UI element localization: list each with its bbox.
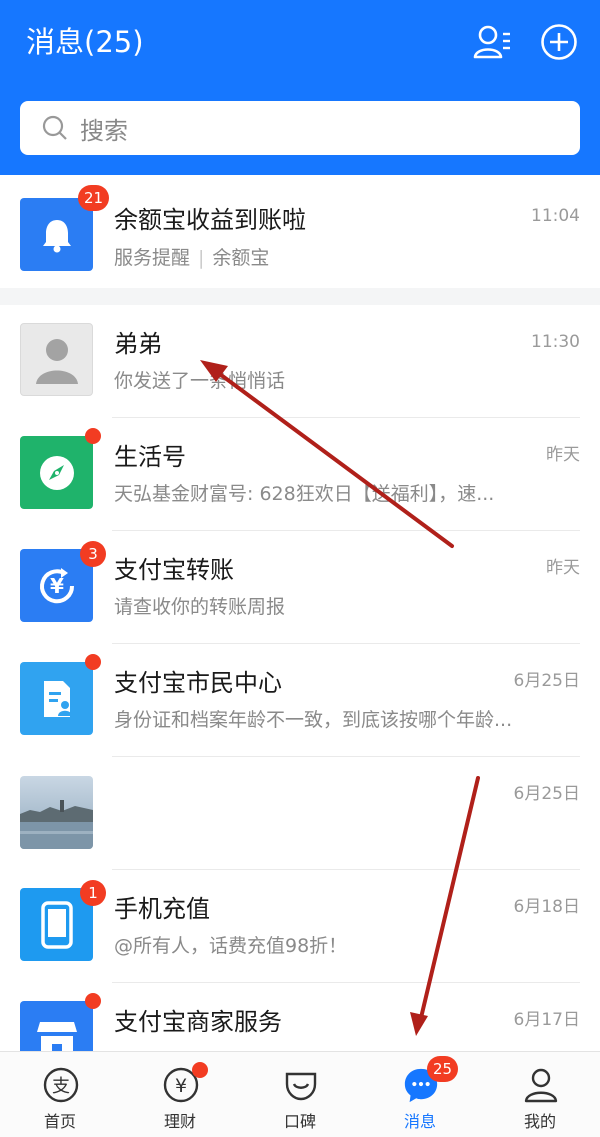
unread-badge: 21 [78, 185, 110, 211]
alipay-home-icon: 支 [42, 1066, 80, 1104]
list-item-title: 生活号 [114, 443, 186, 471]
list-item-shenghuohao[interactable]: 生活号 天弘基金财富号: 628狂欢日【送福利】，速... 昨天 [0, 418, 600, 531]
unread-dot [192, 1062, 208, 1078]
list-item-citizen-center[interactable]: 支付宝市民中心 身份证和档案年龄不一致，到底该按哪个年龄... 6月25日 [0, 644, 600, 757]
unread-badge: 3 [80, 541, 106, 567]
list-item-title: 手机充值 [114, 895, 210, 923]
list-item-subtitle: 请查收你的转账周报 [114, 596, 286, 618]
list-item-photo-contact[interactable]: 6月25日 [0, 757, 600, 870]
tab-label: 首页 [43, 1112, 76, 1131]
search-placeholder: 搜索 [80, 116, 128, 145]
list-item-subtitle: 天弘基金财富号: 628狂欢日【送福利】，速... [114, 483, 495, 505]
contacts-icon [473, 25, 510, 59]
svg-text:¥: ¥ [175, 1075, 187, 1097]
list-item-didi[interactable]: 弟弟 你发送了一条悄悄话 11:30 [0, 305, 600, 418]
list-item-phone-recharge[interactable]: 1 手机充值 @所有人，话费充值98折！ 6月18日 [0, 870, 600, 983]
tab-home[interactable]: 支 首页 [0, 1052, 120, 1137]
unread-dot [85, 654, 101, 670]
list-item-time: 昨天 [546, 558, 580, 578]
tab-wealth[interactable]: ¥ 理财 [120, 1052, 240, 1137]
add-button[interactable] [537, 20, 581, 64]
list-item-subtitle: 服务提醒 | 余额宝 [114, 247, 270, 269]
search-icon [42, 115, 67, 140]
svg-text:支: 支 [52, 1076, 70, 1097]
list-item-time: 11:30 [531, 332, 580, 352]
header-bar: 消息(25) 搜索 [0, 0, 600, 175]
citizen-card-icon [20, 662, 93, 735]
unread-badge: 1 [80, 880, 106, 906]
list-item-subtitle: @所有人，话费充值98折！ [114, 935, 348, 957]
tab-label: 理财 [163, 1112, 196, 1131]
page-title: 消息(25) [26, 25, 144, 59]
bottom-tab-bar: 支 首页 ¥ 理财 口碑 25 消息 我的 [0, 1051, 600, 1137]
landscape-photo-avatar [20, 776, 93, 849]
person-icon [522, 1066, 560, 1104]
list-item-subtitle: 你发送了一条悄悄话 [114, 370, 286, 392]
tab-mine[interactable]: 我的 [480, 1052, 600, 1137]
tab-koubei[interactable]: 口碑 [240, 1052, 360, 1137]
default-avatar-icon [20, 323, 93, 396]
tab-messages[interactable]: 25 消息 [360, 1052, 480, 1137]
svg-text:¥: ¥ [50, 574, 64, 598]
list-item-time: 昨天 [546, 445, 580, 465]
list-item-time: 6月25日 [513, 671, 580, 691]
list-item-title: 余额宝收益到账啦 [114, 206, 306, 234]
search-input[interactable]: 搜索 [20, 101, 580, 155]
bell-icon [20, 198, 93, 271]
list-item-time: 6月18日 [513, 897, 580, 917]
tab-label: 口碑 [283, 1112, 316, 1131]
list-item-time: 6月17日 [513, 1010, 580, 1030]
list-item-time: 11:04 [531, 206, 580, 226]
list-item-yuebao[interactable]: 21 余额宝收益到账啦 服务提醒 | 余额宝 11:04 [0, 175, 600, 288]
list-item-time: 6月25日 [513, 784, 580, 804]
list-item-transfer[interactable]: ¥ 3 支付宝转账 请查收你的转账周报 昨天 [0, 531, 600, 644]
tab-label: 我的 [523, 1112, 556, 1131]
tab-label: 消息 [403, 1112, 436, 1131]
list-item-title: 支付宝商家服务 [114, 1008, 282, 1036]
unread-dot [85, 993, 101, 1009]
unread-dot [85, 428, 101, 444]
unread-badge: 25 [427, 1056, 459, 1082]
list-item-title: 支付宝市民中心 [114, 669, 282, 697]
plus-circle-icon [541, 24, 577, 60]
section-separator [0, 288, 600, 305]
compass-icon [20, 436, 93, 509]
koubei-icon [282, 1066, 320, 1104]
list-item-subtitle: 身份证和档案年龄不一致，到底该按哪个年龄... [114, 709, 513, 731]
list-item-title: 弟弟 [114, 330, 162, 358]
contacts-button[interactable] [470, 20, 514, 64]
list-item-title: 支付宝转账 [114, 556, 234, 584]
